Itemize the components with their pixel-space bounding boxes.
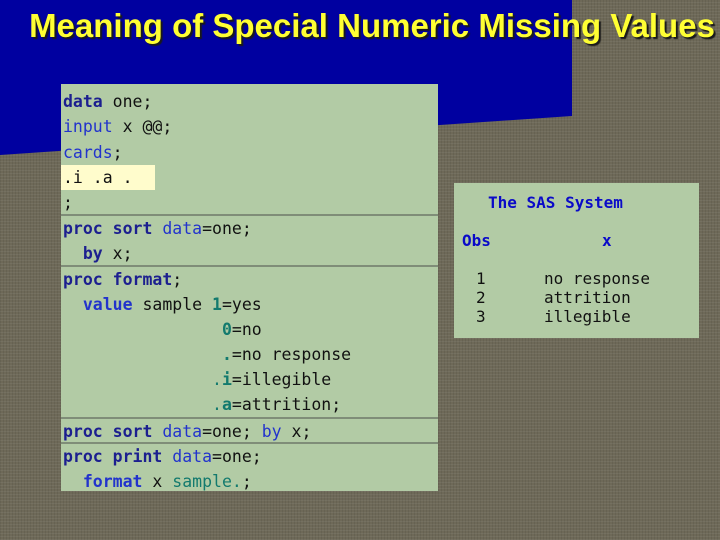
sas-output-panel: The SAS System Obs x 1 no response 2 att… — [454, 183, 699, 338]
code-line-semicolon: ; — [63, 193, 73, 212]
code-line-proc-sort-2: proc sort data=one; by x; — [63, 422, 312, 441]
obs-cell: 1 — [476, 269, 486, 288]
code-line-zero: 0=no — [221, 320, 262, 339]
output-title: The SAS System — [488, 193, 623, 212]
x-cell: attrition — [544, 288, 631, 307]
sas-code-panel: data one; input x @@; cards; .i .a . ; p… — [61, 84, 438, 491]
code-line-value: value sample 1=yes — [82, 295, 262, 314]
slide-title: Meaning of Special Numeric Missing Value… — [29, 7, 715, 44]
code-line-datalines: .i .a . — [63, 168, 133, 187]
x-cell: illegible — [544, 307, 631, 326]
code-line-data: data one; — [63, 92, 153, 111]
code-line-proc-format: proc format; — [63, 270, 183, 289]
code-line-proc-print: proc print data=one; — [63, 447, 262, 466]
code-line-dot: .=no response — [221, 345, 352, 364]
code-line-format: format x sample.; — [82, 472, 252, 491]
code-line-dot-a: .a=attrition; — [63, 395, 342, 414]
code-line-proc-sort: proc sort data=one; — [63, 219, 252, 238]
code-line-dot-i: .i=illegible — [63, 370, 332, 389]
x-cell: no response — [544, 269, 650, 288]
code-line-cards: cards; — [63, 143, 123, 162]
obs-cell: 3 — [476, 307, 486, 326]
code-line-by: by x; — [82, 244, 133, 263]
code-line-input: input x @@; — [63, 117, 173, 136]
column-header-x: x — [602, 231, 612, 250]
obs-cell: 2 — [476, 288, 486, 307]
column-header-obs: Obs — [462, 231, 491, 250]
